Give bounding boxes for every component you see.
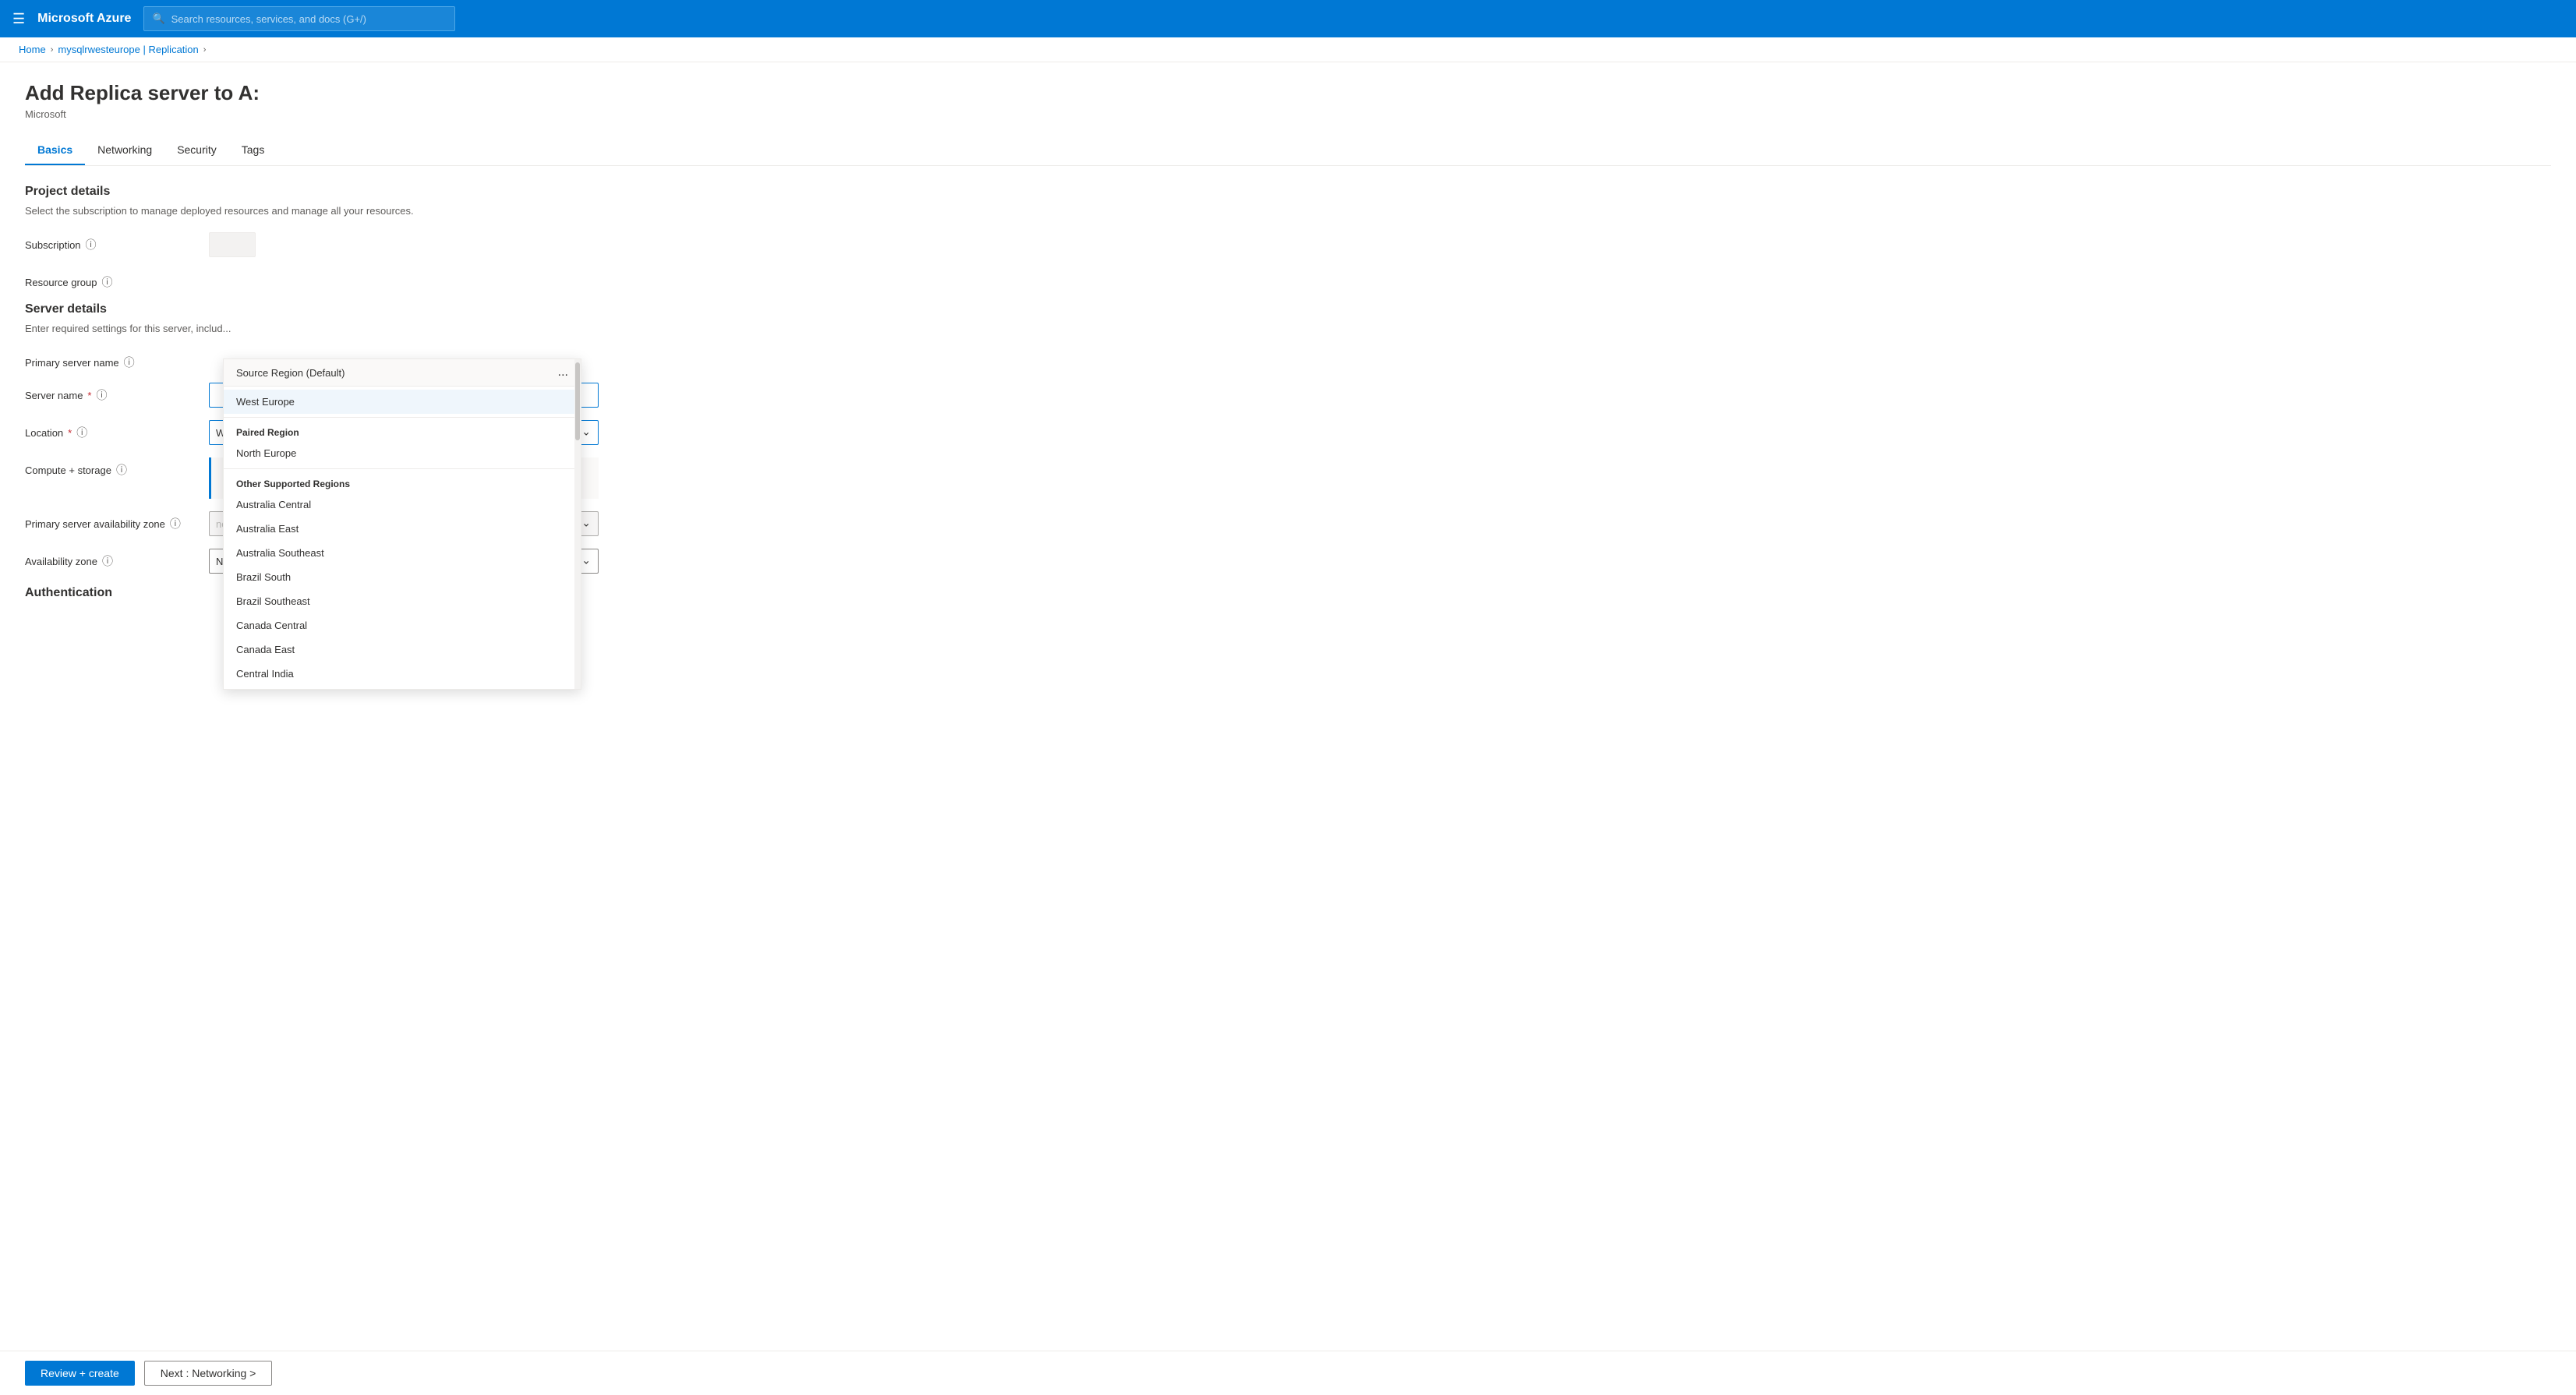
dropdown-group-other: Other Supported Regions [224, 472, 581, 493]
server-name-label: Server name * ⓘ [25, 383, 196, 403]
location-label: Location * ⓘ [25, 420, 196, 440]
next-networking-button[interactable]: Next : Networking > [144, 1361, 273, 1386]
primary-server-name-info-icon[interactable]: ⓘ [124, 355, 135, 370]
resource-group-label: Resource group ⓘ [25, 270, 196, 290]
page-title: Add Replica server to A: [25, 81, 2551, 105]
availability-zone-info-icon[interactable]: ⓘ [102, 553, 113, 569]
subscription-control [209, 232, 599, 257]
dropdown-group-paired: Paired Region [224, 421, 581, 441]
availability-zone-label: Availability zone ⓘ [25, 549, 196, 569]
dropdown-item-west-europe[interactable]: West Europe [224, 390, 581, 414]
server-name-required: * [87, 390, 91, 401]
subscription-row: Subscription ⓘ [25, 232, 2551, 257]
breadcrumb-sep-2: › [203, 45, 207, 55]
location-info-icon[interactable]: ⓘ [76, 425, 87, 440]
nav-brand: Microsoft Azure [37, 12, 131, 26]
page-footer: Review + create Next : Networking > [0, 1351, 2576, 1395]
compute-storage-info-icon[interactable]: ⓘ [116, 462, 127, 478]
breadcrumb-home[interactable]: Home [19, 44, 46, 55]
dropdown-item-brazil-south[interactable]: Brazil South [224, 565, 581, 589]
tab-security[interactable]: Security [164, 136, 229, 165]
breadcrumb-parent[interactable]: mysqlrwesteurope | Replication [58, 44, 198, 55]
dropdown-more-icon[interactable]: ... [558, 366, 568, 380]
dropdown-header-title: Source Region (Default) [236, 367, 345, 379]
dropdown-item-australia-southeast[interactable]: Australia Southeast [224, 541, 581, 565]
dropdown-header: Source Region (Default) ... [224, 359, 581, 387]
primary-zone-label: Primary server availability zone ⓘ [25, 511, 196, 532]
primary-server-name-label: Primary server name ⓘ [25, 350, 196, 370]
project-details-desc: Select the subscription to manage deploy… [25, 205, 2551, 217]
breadcrumb-sep-1: › [51, 45, 54, 55]
subscription-label: Subscription ⓘ [25, 232, 196, 253]
subscription-info-icon[interactable]: ⓘ [86, 237, 97, 253]
tab-tags[interactable]: Tags [229, 136, 277, 165]
top-nav: ☰ Microsoft Azure 🔍 [0, 0, 2576, 37]
scroll-track [574, 359, 581, 689]
dropdown-item-north-europe[interactable]: North Europe [224, 441, 581, 465]
primary-zone-info-icon[interactable]: ⓘ [170, 516, 181, 532]
tabs: Basics Networking Security Tags [25, 136, 2551, 166]
breadcrumb: Home › mysqlrwesteurope | Replication › [0, 37, 2576, 62]
hamburger-icon[interactable]: ☰ [12, 11, 25, 27]
dropdown-item-australia-central[interactable]: Australia Central [224, 493, 581, 517]
search-icon: 🔍 [152, 12, 164, 25]
tab-networking[interactable]: Networking [85, 136, 164, 165]
server-name-info-icon[interactable]: ⓘ [96, 387, 107, 403]
dropdown-item-canada-east[interactable]: Canada East [224, 637, 581, 662]
dropdown-list: West Europe Paired Region North Europe O… [224, 387, 581, 689]
compute-storage-label: Compute + storage ⓘ [25, 457, 196, 478]
dropdown-item-canada-central[interactable]: Canada Central [224, 613, 581, 637]
dropdown-divider-1 [224, 417, 581, 418]
subscription-placeholder [209, 232, 256, 257]
review-create-button[interactable]: Review + create [25, 1361, 135, 1386]
server-details-title: Server details [25, 302, 2551, 316]
page-container: Add Replica server to A: Microsoft Basic… [0, 62, 2576, 1392]
search-box: 🔍 [143, 6, 455, 31]
page-subtitle: Microsoft [25, 108, 2551, 120]
resource-group-row: Resource group ⓘ [25, 270, 2551, 290]
dropdown-item-australia-east[interactable]: Australia East [224, 517, 581, 541]
project-details-title: Project details [25, 185, 2551, 199]
dropdown-divider-2 [224, 468, 581, 469]
scroll-thumb[interactable] [575, 362, 580, 440]
location-dropdown-overlay: Source Region (Default) ... West Europe … [223, 358, 581, 690]
dropdown-item-brazil-southeast[interactable]: Brazil Southeast [224, 589, 581, 613]
tab-basics[interactable]: Basics [25, 136, 85, 165]
resource-group-info-icon[interactable]: ⓘ [102, 274, 113, 290]
dropdown-item-central-india[interactable]: Central India [224, 662, 581, 686]
server-details-desc: Enter required settings for this server,… [25, 323, 2551, 334]
search-input[interactable] [171, 13, 447, 25]
location-required: * [68, 427, 72, 439]
